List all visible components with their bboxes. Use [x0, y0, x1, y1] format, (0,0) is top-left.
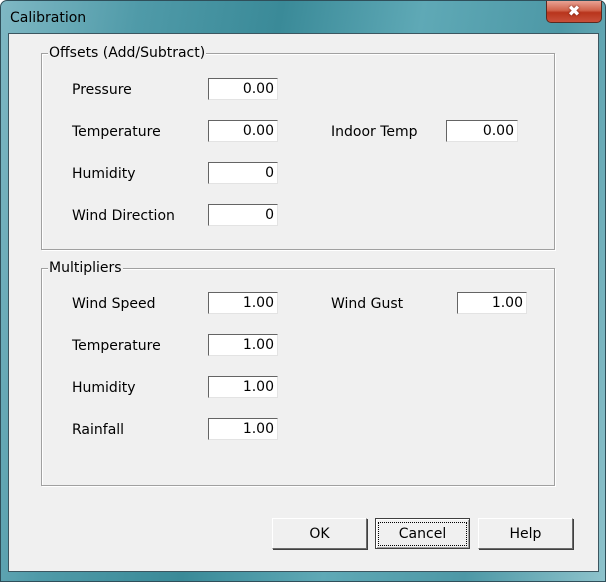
window-title: Calibration: [10, 10, 87, 26]
offsets-group-legend: Offsets (Add/Subtract): [48, 45, 207, 61]
temperature-offset-input[interactable]: 0.00: [208, 120, 278, 142]
humidity-multiplier-label: Humidity: [72, 380, 136, 396]
pressure-offset-input[interactable]: 0.00: [208, 78, 278, 100]
title-bar[interactable]: Calibration ✖: [1, 1, 605, 33]
wind-direction-offset-input[interactable]: 0: [208, 204, 278, 226]
dialog-client-area: Offsets (Add/Subtract) Pressure 0.00 Tem…: [8, 33, 599, 572]
close-button[interactable]: ✖: [546, 1, 602, 23]
multipliers-group-legend: Multipliers: [48, 260, 123, 276]
pressure-offset-label: Pressure: [72, 82, 132, 98]
wind-gust-multiplier-label: Wind Gust: [331, 296, 404, 312]
humidity-offset-input[interactable]: 0: [208, 162, 278, 184]
wind-direction-offset-label: Wind Direction: [72, 208, 175, 224]
humidity-multiplier-input[interactable]: 1.00: [208, 376, 278, 398]
help-button[interactable]: Help: [478, 518, 573, 549]
ok-button[interactable]: OK: [272, 518, 367, 549]
temperature-multiplier-input[interactable]: 1.00: [208, 334, 278, 356]
help-button-label: Help: [509, 525, 542, 542]
calibration-dialog: Calibration ✖ Offsets (Add/Subtract) Pre…: [0, 0, 606, 582]
temperature-offset-label: Temperature: [72, 124, 161, 140]
rainfall-multiplier-input[interactable]: 1.00: [208, 418, 278, 440]
wind-speed-multiplier-label: Wind Speed: [72, 296, 156, 312]
temperature-multiplier-label: Temperature: [72, 338, 161, 354]
cancel-button-label: Cancel: [377, 521, 468, 546]
wind-gust-multiplier-input[interactable]: 1.00: [457, 292, 527, 314]
indoor-temp-offset-label: Indoor Temp: [331, 124, 418, 140]
rainfall-multiplier-label: Rainfall: [72, 422, 125, 438]
wind-speed-multiplier-input[interactable]: 1.00: [208, 292, 278, 314]
close-icon: ✖: [567, 2, 581, 20]
humidity-offset-label: Humidity: [72, 166, 136, 182]
indoor-temp-offset-input[interactable]: 0.00: [446, 120, 518, 142]
cancel-button[interactable]: Cancel: [375, 518, 470, 549]
ok-button-label: OK: [309, 525, 330, 542]
